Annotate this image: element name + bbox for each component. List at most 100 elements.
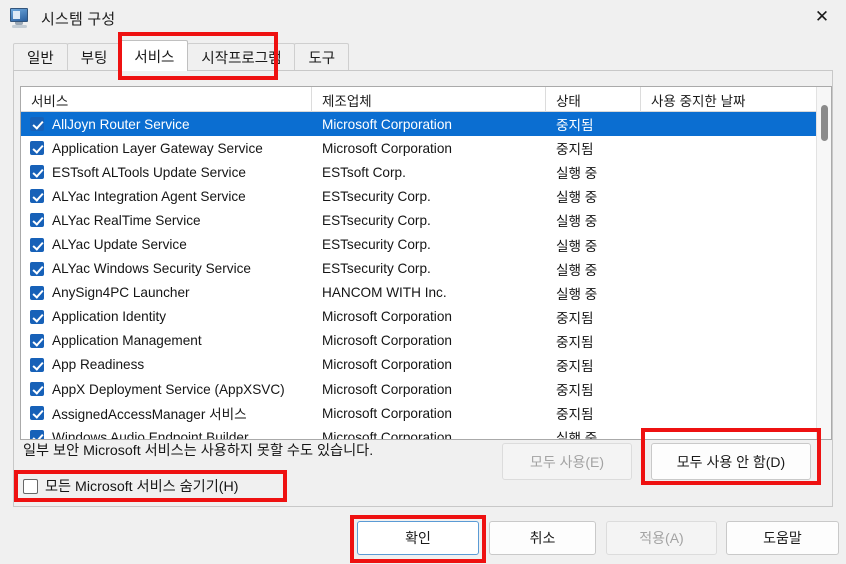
- cell-status: 실행 중: [556, 286, 598, 302]
- tab-tools[interactable]: 도구: [294, 43, 350, 71]
- table-row[interactable]: Windows Audio Endpoint Builder Microsoft …: [21, 425, 831, 439]
- cell-service-name: Application Identity: [52, 309, 167, 325]
- cell-status: 중지됨: [556, 118, 594, 134]
- cell-manufacturer: ESTsecurity Corp.: [322, 237, 431, 253]
- cell-service-name: AssignedAccessManager 서비스: [52, 407, 247, 423]
- row-checkbox-icon[interactable]: [30, 430, 44, 439]
- row-checkbox-icon[interactable]: [30, 237, 44, 252]
- system-configuration-icon: [9, 7, 31, 29]
- cell-manufacturer: ESTsoft Corp.: [322, 164, 406, 180]
- column-header-service[interactable]: 서비스: [21, 87, 312, 112]
- tab-general[interactable]: 일반: [13, 43, 68, 71]
- services-list-header: 서비스 제조업체 상태 사용 중지한 날짜: [21, 87, 831, 112]
- row-checkbox-icon[interactable]: [30, 141, 44, 156]
- cell-status: 중지됨: [556, 383, 594, 399]
- cell-service-name: AppX Deployment Service (AppXSVC): [52, 381, 285, 397]
- row-checkbox-icon[interactable]: [30, 382, 44, 397]
- cell-status: 실행 중: [556, 214, 598, 230]
- cell-manufacturer: HANCOM WITH Inc.: [322, 285, 447, 301]
- tab-startup[interactable]: 시작프로그램: [187, 43, 296, 71]
- row-checkbox-icon[interactable]: [30, 213, 44, 228]
- cell-service-name: ALYac Update Service: [52, 237, 187, 253]
- checkbox-box-icon[interactable]: [23, 478, 38, 494]
- table-row[interactable]: ESTsoft ALTools Update Service ESTsoft Co…: [21, 160, 831, 184]
- row-checkbox-icon[interactable]: [30, 165, 44, 180]
- tab-services[interactable]: 서비스: [120, 40, 189, 71]
- dialog-button-bar: 확인 취소 적용(A) 도움말: [0, 512, 846, 564]
- row-checkbox-icon[interactable]: [30, 189, 44, 204]
- cell-service-name: AllJoyn Router Service: [52, 116, 190, 132]
- window-title: 시스템 구성: [41, 10, 116, 28]
- enable-all-button[interactable]: 모두 사용(E): [502, 443, 632, 480]
- cell-status: 중지됨: [556, 407, 594, 423]
- tab-strip: 일반 부팅 서비스 시작프로그램 도구: [13, 40, 833, 71]
- table-row[interactable]: ALYac RealTime Service ESTsecurity Corp. 실…: [21, 208, 831, 232]
- cell-status: 중지됨: [556, 334, 594, 350]
- column-header-disable-date[interactable]: 사용 중지한 날짜: [641, 87, 817, 112]
- services-list[interactable]: 서비스 제조업체 상태 사용 중지한 날짜 AllJoyn Router Ser…: [20, 86, 832, 440]
- help-button[interactable]: 도움말: [726, 521, 839, 555]
- apply-button[interactable]: 적용(A): [606, 521, 717, 555]
- table-row[interactable]: AllJoyn Router Service Microsoft Corporat…: [21, 112, 831, 137]
- cell-status: 실행 중: [556, 262, 598, 278]
- cell-manufacturer: ESTsecurity Corp.: [322, 212, 431, 228]
- services-list-body[interactable]: AllJoyn Router Service Microsoft Corporat…: [21, 112, 831, 439]
- disable-all-button[interactable]: 모두 사용 안 함(D): [651, 443, 811, 480]
- cell-manufacturer: Microsoft Corporation: [322, 116, 452, 132]
- scrollbar-thumb[interactable]: [821, 105, 828, 141]
- column-header-status[interactable]: 상태: [546, 87, 641, 112]
- table-row[interactable]: AnySign4PC Launcher HANCOM WITH Inc. 실행 중: [21, 281, 831, 305]
- column-header-manufacturer[interactable]: 제조업체: [312, 87, 546, 112]
- table-row[interactable]: Application Management Microsoft Corporat…: [21, 329, 831, 353]
- cell-service-name: Application Management: [52, 333, 202, 349]
- row-checkbox-icon[interactable]: [30, 309, 44, 324]
- close-icon[interactable]: ✕: [798, 0, 846, 34]
- cell-service-name: ALYac Windows Security Service: [52, 261, 251, 277]
- row-checkbox-icon[interactable]: [30, 406, 44, 421]
- title-bar: 시스템 구성 ✕: [0, 0, 846, 36]
- row-checkbox-icon[interactable]: [30, 261, 44, 276]
- cell-manufacturer: Microsoft Corporation: [322, 357, 452, 373]
- cell-status: 실행 중: [556, 431, 598, 439]
- services-list-scrollbar[interactable]: [816, 87, 831, 439]
- cell-status: 실행 중: [556, 190, 598, 206]
- cancel-button[interactable]: 취소: [489, 521, 596, 555]
- table-row[interactable]: ALYac Windows Security Service ESTsecurit…: [21, 257, 831, 281]
- table-row[interactable]: App Readiness Microsoft Corporation 중지됨: [21, 353, 831, 377]
- row-checkbox-icon[interactable]: [30, 285, 44, 300]
- cell-status: 실행 중: [556, 238, 598, 254]
- hide-microsoft-services-checkbox[interactable]: 모든 Microsoft 서비스 숨기기(H): [23, 476, 239, 496]
- cell-manufacturer: Microsoft Corporation: [322, 405, 452, 421]
- cell-manufacturer: Microsoft Corporation: [322, 140, 452, 156]
- cell-service-name: ESTsoft ALTools Update Service: [52, 164, 246, 180]
- cell-service-name: ALYac RealTime Service: [52, 212, 201, 228]
- hide-microsoft-services-label: 모든 Microsoft 서비스 숨기기(H): [45, 479, 239, 495]
- security-services-note: 일부 보안 Microsoft 서비스는 사용하지 못할 수도 있습니다.: [23, 443, 374, 459]
- cell-manufacturer: ESTsecurity Corp.: [322, 261, 431, 277]
- table-row[interactable]: ALYac Update Service ESTsecurity Corp. 실행 …: [21, 232, 831, 256]
- cell-service-name: Application Layer Gateway Service: [52, 140, 263, 156]
- row-checkbox-icon[interactable]: [30, 333, 44, 348]
- tab-boot[interactable]: 부팅: [66, 43, 122, 71]
- table-row[interactable]: AssignedAccessManager 서비스 Microsoft Corpo…: [21, 401, 831, 425]
- cell-status: 중지됨: [556, 310, 594, 326]
- cell-status: 중지됨: [556, 142, 594, 158]
- cell-status: 실행 중: [556, 166, 598, 182]
- cell-service-name: App Readiness: [52, 357, 145, 373]
- cell-manufacturer: ESTsecurity Corp.: [322, 188, 431, 204]
- table-row[interactable]: ALYac Integration Agent Service ESTsecuri…: [21, 184, 831, 208]
- table-row[interactable]: AppX Deployment Service (AppXSVC) Microso…: [21, 377, 831, 401]
- ok-button[interactable]: 확인: [357, 521, 479, 555]
- row-checkbox-icon[interactable]: [30, 357, 44, 372]
- cell-service-name: Windows Audio Endpoint Builder: [52, 429, 249, 439]
- cell-manufacturer: Microsoft Corporation: [322, 309, 452, 325]
- cell-manufacturer: Microsoft Corporation: [322, 429, 452, 439]
- cell-status: 중지됨: [556, 358, 594, 374]
- row-checkbox-icon[interactable]: [30, 117, 44, 132]
- cell-manufacturer: Microsoft Corporation: [322, 333, 452, 349]
- cell-service-name: ALYac Integration Agent Service: [52, 188, 246, 204]
- table-row[interactable]: Application Identity Microsoft Corporatio…: [21, 305, 831, 329]
- cell-manufacturer: Microsoft Corporation: [322, 381, 452, 397]
- system-configuration-window: 시스템 구성 ✕ 일반 부팅 서비스 시작프로그램 도구 서비스 제조업체 상태…: [0, 0, 846, 564]
- table-row[interactable]: Application Layer Gateway Service Microso…: [21, 136, 831, 160]
